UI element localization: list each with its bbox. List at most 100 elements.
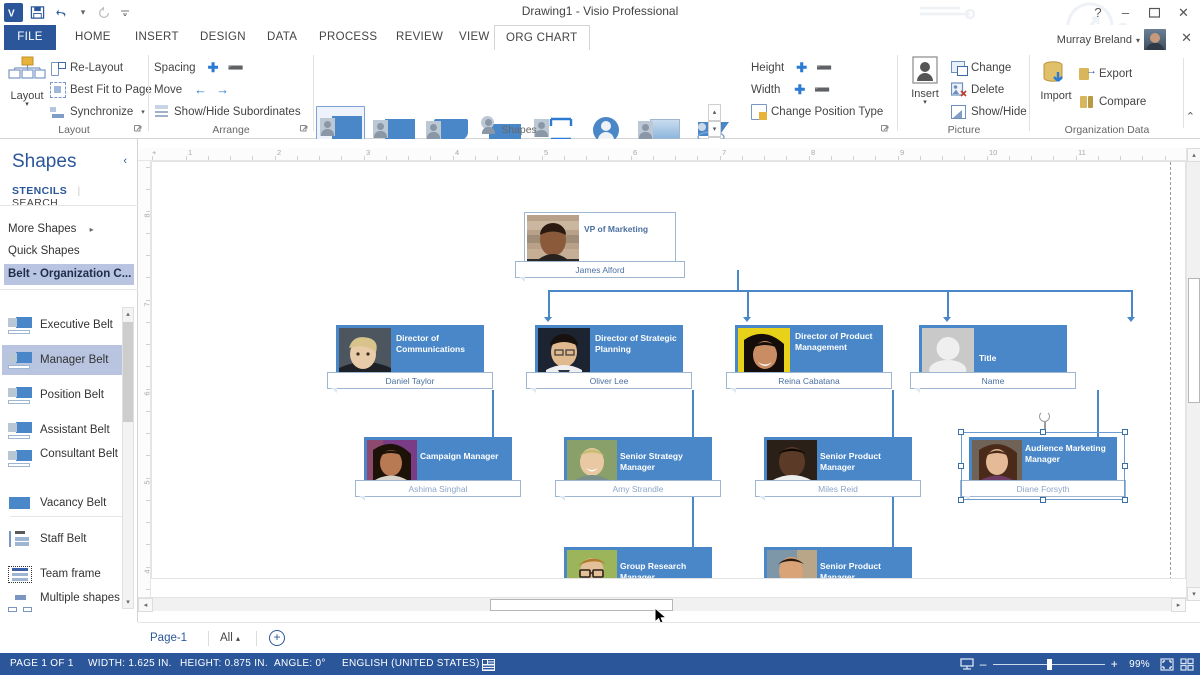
org-node-derek-synder[interactable]: Group Research Manager Derek Synder	[564, 547, 712, 579]
macro-record-icon[interactable]	[482, 658, 495, 675]
stencil-scroll-thumb[interactable]	[123, 322, 133, 422]
stencil-item-multiple-shapes[interactable]: Multiple shapes	[8, 592, 120, 614]
scroll-down-button[interactable]: ▾	[1187, 587, 1200, 601]
all-pages-caret-icon[interactable]: ▴	[236, 623, 240, 654]
resize-handle-ne[interactable]	[1122, 429, 1128, 435]
account-caret-icon[interactable]: ▾	[1136, 36, 1140, 45]
tab-file[interactable]: FILE	[4, 25, 56, 50]
height-decrease-button[interactable]: ➖	[816, 60, 832, 76]
layout-dialog-launcher[interactable]	[134, 125, 142, 135]
org-node-daniel-taylor[interactable]: Director of Communications Daniel Taylor	[336, 325, 484, 381]
resize-handle-s[interactable]	[1040, 497, 1046, 503]
full-screen-icon[interactable]	[1180, 658, 1194, 670]
org-node-reina-cabatana[interactable]: Director of Product Management Reina Cab…	[735, 325, 883, 381]
stencil-scroll-down-button[interactable]: ▾	[123, 596, 133, 608]
tab-data[interactable]: DATA	[256, 25, 308, 50]
change-picture-button[interactable]: Change	[951, 58, 1011, 77]
org-node-scott-mitchell[interactable]: Senior Product Manager Scott Mitchell	[764, 547, 912, 579]
zoom-in-button[interactable]: +	[1111, 657, 1118, 671]
canvas-vertical-scrollbar[interactable]: ▴ ▾	[1186, 148, 1200, 601]
resize-handle-w[interactable]	[958, 463, 964, 469]
stencil-item-staff-belt[interactable]: Staff Belt	[8, 524, 120, 554]
resize-handle-se[interactable]	[1122, 497, 1128, 503]
zoom-slider[interactable]	[993, 664, 1105, 665]
stencil-scrollbar[interactable]: ▴ ▾	[122, 307, 134, 609]
show-hide-subordinates-button[interactable]: Show/Hide Subordinates	[154, 102, 301, 121]
presentation-mode-icon[interactable]	[960, 658, 974, 670]
minimize-button[interactable]: –	[1111, 2, 1140, 23]
spacing-increase-button[interactable]: ✚	[208, 60, 219, 76]
stencil-item-consultant-belt[interactable]: Consultant Belt	[8, 448, 120, 478]
tab-review[interactable]: REVIEW	[385, 25, 454, 50]
delete-picture-button[interactable]: Delete	[951, 80, 1004, 99]
stencil-belt-organization-item[interactable]: Belt - Organization C...	[4, 264, 134, 285]
width-decrease-button[interactable]: ➖	[814, 82, 830, 98]
width-increase-button[interactable]: ✚	[794, 82, 805, 98]
maximize-button[interactable]	[1140, 2, 1169, 23]
spacing-decrease-button[interactable]: ➖	[227, 60, 243, 76]
zoom-slider-thumb[interactable]	[1047, 659, 1052, 670]
synchronize-button[interactable]: Synchronize ▾	[50, 102, 145, 121]
tab-design[interactable]: DESIGN	[189, 25, 257, 50]
import-button[interactable]: Import	[1033, 60, 1079, 102]
stencil-item-vacancy-belt[interactable]: Vacancy Belt	[8, 488, 120, 518]
add-page-button[interactable]: +	[269, 630, 285, 646]
stencil-item-team-frame[interactable]: Team frame	[8, 559, 120, 589]
insert-picture-button[interactable]: Insert ▾	[903, 56, 947, 106]
more-shapes-item[interactable]: More Shapes ▸	[8, 219, 130, 240]
height-control[interactable]: Height ✚ ➖	[751, 58, 832, 77]
account-area[interactable]: Murray Breland ▾	[1057, 29, 1166, 51]
gallery-scroll-up-button[interactable]: ▴	[708, 104, 721, 121]
collapse-shapes-panel-button[interactable]: ‹	[123, 155, 127, 167]
stencil-item-position-belt[interactable]: Position Belt	[8, 380, 120, 410]
zoom-out-button[interactable]: –	[980, 657, 987, 671]
help-button[interactable]: ?	[1085, 2, 1111, 23]
tab-insert[interactable]: INSERT	[124, 25, 190, 50]
size-dialog-launcher[interactable]	[881, 125, 889, 135]
fit-page-icon[interactable]	[1160, 658, 1174, 670]
insert-picture-caret-icon[interactable]: ▾	[903, 98, 947, 106]
stencil-item-assistant-belt[interactable]: Assistant Belt	[8, 415, 120, 445]
org-node-amy-strandle[interactable]: Senior Strategy Manager Amy Strandle	[564, 437, 712, 489]
quick-shapes-item[interactable]: Quick Shapes	[8, 241, 130, 262]
tab-search[interactable]: SEARCH	[12, 197, 58, 209]
org-node-ashima-singhal[interactable]: Campaign Manager Ashima Singhal	[364, 437, 512, 489]
move-right-button[interactable]: →	[216, 82, 229, 97]
scroll-right-button[interactable]: ▸	[1171, 598, 1186, 612]
tab-org-chart[interactable]: ORG CHART	[494, 25, 590, 51]
scroll-left-button[interactable]: ◂	[138, 598, 153, 612]
spacing-control[interactable]: Spacing ✚ ➖	[154, 58, 244, 77]
horizontal-ruler[interactable]: + 1 2 3 4 5 6 7 8 9 10 11	[138, 148, 1200, 161]
height-increase-button[interactable]: ✚	[796, 60, 807, 76]
move-control[interactable]: Move ← →	[154, 80, 229, 99]
org-node-miles-reid[interactable]: Senior Product Manager Miles Reid	[764, 437, 912, 489]
all-pages-button[interactable]: All	[220, 623, 233, 654]
width-control[interactable]: Width ✚ ➖	[751, 80, 831, 99]
scroll-up-button[interactable]: ▴	[1187, 148, 1200, 162]
re-layout-button[interactable]: Re-Layout	[50, 58, 123, 77]
vertical-ruler[interactable]: 8 7 6 5 4	[138, 161, 151, 601]
org-node-diane-forsyth[interactable]: Audience Marketing Manager Diane Forsyth	[969, 437, 1117, 489]
resize-handle-nw[interactable]	[958, 429, 964, 435]
compare-button[interactable]: Compare	[1079, 92, 1146, 111]
tab-stencils[interactable]: STENCILS	[12, 185, 67, 197]
collapse-ribbon-button[interactable]: ⌃	[1186, 110, 1195, 123]
org-node-vacancy[interactable]: Title Name	[919, 325, 1067, 381]
tab-process[interactable]: PROCESS	[308, 25, 388, 50]
drawing-page[interactable]: VP of Marketing James Alford Direct	[151, 161, 1186, 579]
stencil-scroll-up-button[interactable]: ▴	[123, 308, 133, 320]
stencil-item-executive-belt[interactable]: Executive Belt	[8, 310, 120, 340]
org-node-oliver-lee[interactable]: Director of Strategic Planning Oliver Le…	[535, 325, 683, 381]
show-hide-picture-button[interactable]: Show/Hide	[951, 102, 1027, 121]
close-window-button[interactable]: ✕	[1169, 2, 1198, 23]
resize-handle-n[interactable]	[1040, 429, 1046, 435]
tab-view[interactable]: VIEW	[448, 25, 501, 50]
change-position-type-button[interactable]: Change Position Type	[751, 102, 883, 121]
close-document-button[interactable]: ✕	[1181, 30, 1192, 46]
tab-home[interactable]: HOME	[64, 25, 122, 50]
move-left-button[interactable]: ←	[194, 82, 207, 97]
page-tab-page-1[interactable]: Page-1	[150, 623, 187, 654]
layout-button[interactable]: Layout ▾	[4, 56, 50, 108]
resize-handle-sw[interactable]	[958, 497, 964, 503]
horizontal-scroll-thumb[interactable]	[490, 599, 673, 611]
